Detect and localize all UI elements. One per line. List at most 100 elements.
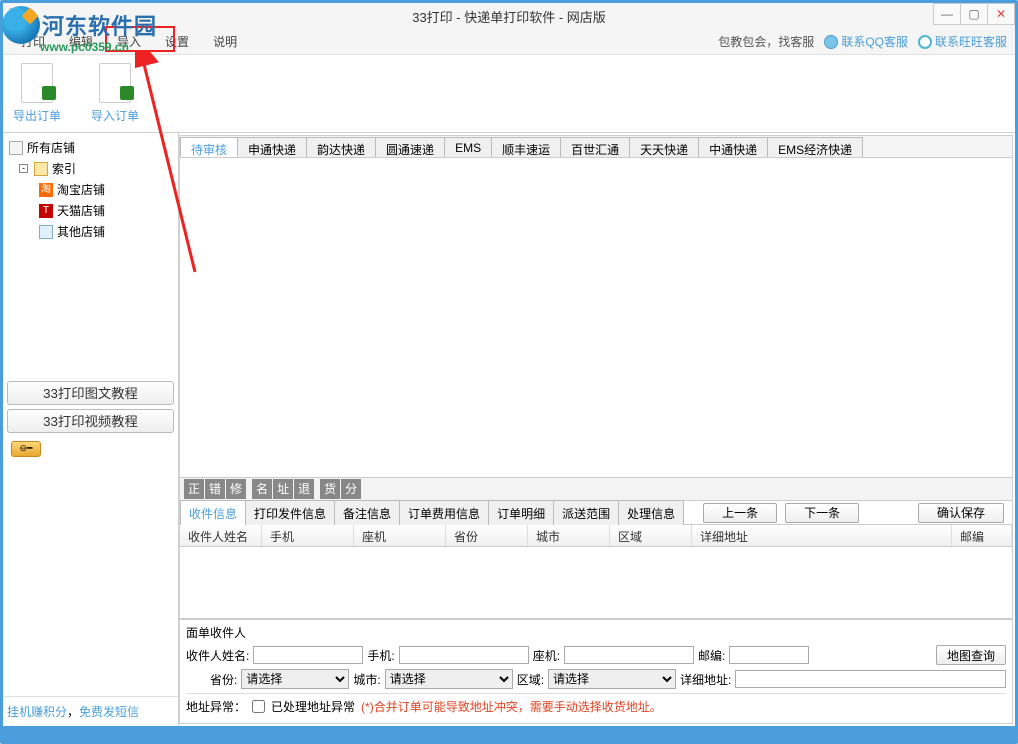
th-phone: 座机: [354, 525, 446, 546]
action-name[interactable]: 名: [252, 479, 272, 499]
contact-qq-button[interactable]: 联系QQ客服: [824, 33, 908, 50]
tree-root[interactable]: 所有店铺: [7, 137, 174, 158]
info-tab-remark[interactable]: 备注信息: [334, 500, 400, 526]
warn-cb-label: 已处理地址异常: [271, 698, 355, 715]
menu-help[interactable]: 说明: [201, 29, 249, 54]
menu-print[interactable]: 打印: [9, 29, 57, 54]
info-tabs: 收件信息 打印发件信息 备注信息 订单费用信息 订单明细 派送范围 处理信息 上…: [180, 501, 1012, 525]
points-link[interactable]: 挂机赚积分: [7, 705, 67, 719]
menu-edit[interactable]: 编辑: [57, 29, 105, 54]
app-icon: [9, 8, 25, 24]
addr-label: 详细地址:: [680, 671, 731, 688]
sidebar-footer: 挂机赚积分，免费发短信: [3, 696, 178, 726]
menu-import[interactable]: 导入: [105, 29, 153, 54]
export-orders-button[interactable]: 导出订单: [13, 63, 61, 124]
warn-checkbox[interactable]: [252, 700, 265, 713]
taobao-icon: 淘: [39, 183, 53, 197]
tab-yunda[interactable]: 韵达快递: [306, 137, 376, 157]
name-input[interactable]: [253, 646, 363, 664]
other-icon: [39, 225, 53, 239]
tab-zhongtong[interactable]: 中通快递: [698, 137, 768, 157]
info-tab-delivery[interactable]: 派送范围: [553, 500, 619, 526]
content-area: 待审核 申通快递 韵达快递 圆通速递 EMS 顺丰速运 百世汇通 天天快递 中通…: [179, 135, 1013, 724]
info-tab-sender[interactable]: 打印发件信息: [245, 500, 335, 526]
next-button[interactable]: 下一条: [785, 503, 859, 523]
minimize-button[interactable]: —: [933, 3, 961, 25]
import-orders-button[interactable]: 导入订单: [91, 63, 139, 124]
province-label: 省份:: [210, 671, 237, 688]
action-return[interactable]: 退: [294, 479, 314, 499]
warn-text: (*)合并订单可能导致地址冲突，需要手动选择收货地址。: [361, 698, 662, 715]
addr-input[interactable]: [735, 670, 1006, 688]
info-tab-recipient[interactable]: 收件信息: [180, 500, 246, 526]
tutorial-video-button[interactable]: 33打印视频教程: [7, 409, 174, 433]
city-label: 城市:: [353, 671, 380, 688]
save-button[interactable]: 确认保存: [918, 503, 1004, 523]
recipient-table-body[interactable]: [180, 547, 1012, 619]
action-edit[interactable]: 修: [226, 479, 246, 499]
area-select[interactable]: 请选择: [548, 669, 676, 689]
province-select[interactable]: 请选择: [241, 669, 349, 689]
tab-ems-eco[interactable]: EMS经济快递: [767, 137, 863, 157]
tab-shentong[interactable]: 申通快递: [237, 137, 307, 157]
statusbar: [3, 726, 1015, 741]
tab-yuantong[interactable]: 圆通速递: [375, 137, 445, 157]
collapse-icon[interactable]: -: [19, 164, 28, 173]
contact-ww-button[interactable]: 联系旺旺客服: [918, 33, 1007, 50]
info-tab-detail[interactable]: 订单明细: [488, 500, 554, 526]
maximize-button[interactable]: ▢: [960, 3, 988, 25]
tree-root-label: 所有店铺: [27, 139, 75, 156]
tree-index[interactable]: - 索引: [7, 158, 174, 179]
action-goods[interactable]: 货: [320, 479, 340, 499]
key-icon[interactable]: ⊖━: [11, 441, 41, 457]
tab-baishi[interactable]: 百世汇通: [560, 137, 630, 157]
tree-index-label: 索引: [52, 160, 76, 177]
info-tab-fee[interactable]: 订单费用信息: [399, 500, 489, 526]
th-area: 区域: [610, 525, 692, 546]
tab-ems[interactable]: EMS: [444, 137, 492, 157]
tab-pending[interactable]: 待审核: [180, 137, 238, 157]
mobile-label: 手机:: [367, 647, 394, 664]
tree-tmall-label: 天猫店铺: [57, 202, 105, 219]
folder-icon: [34, 162, 48, 176]
recipient-form: 面单收件人 收件人姓名: 手机: 座机: 邮编: 地图查询 省份: 请选择: [180, 619, 1012, 723]
menu-settings[interactable]: 设置: [153, 29, 201, 54]
action-wrong[interactable]: 错: [205, 479, 225, 499]
th-province: 省份: [446, 525, 528, 546]
prev-button[interactable]: 上一条: [703, 503, 777, 523]
sms-link[interactable]: 免费发短信: [79, 705, 139, 719]
close-button[interactable]: ✕: [987, 3, 1015, 25]
tab-sf[interactable]: 顺丰速运: [491, 137, 561, 157]
action-correct[interactable]: 正: [184, 479, 204, 499]
import-icon: [99, 63, 131, 103]
tab-tiantian[interactable]: 天天快递: [629, 137, 699, 157]
tree-other[interactable]: 其他店铺: [7, 221, 174, 242]
store-icon: [9, 141, 23, 155]
titlebar: 33打印 - 快递单打印软件 - 网店版 — ▢ ✕: [3, 3, 1015, 29]
map-query-button[interactable]: 地图查询: [936, 645, 1006, 665]
tutorial-text-button[interactable]: 33打印图文教程: [7, 381, 174, 405]
action-row: 正 错 修 名 址 退 货 分: [180, 477, 1012, 501]
menubar: 打印 编辑 导入 设置 说明 包教包会，找客服 联系QQ客服 联系旺旺客服: [3, 29, 1015, 55]
action-addr[interactable]: 址: [273, 479, 293, 499]
phone-input[interactable]: [564, 646, 694, 664]
tmall-icon: T: [39, 204, 53, 218]
city-select[interactable]: 请选择: [385, 669, 513, 689]
zip-input[interactable]: [729, 646, 809, 664]
th-city: 城市: [528, 525, 610, 546]
phone-label: 座机:: [533, 647, 560, 664]
tree-taobao[interactable]: 淘 淘宝店铺: [7, 179, 174, 200]
mobile-input[interactable]: [399, 646, 529, 664]
toolbar: 导出订单 导入订单: [3, 55, 1015, 133]
warn-label: 地址异常：: [186, 698, 246, 715]
tree-tmall[interactable]: T 天猫店铺: [7, 200, 174, 221]
tree-other-label: 其他店铺: [57, 223, 105, 240]
th-zip: 邮编: [952, 525, 1012, 546]
info-tab-process[interactable]: 处理信息: [618, 500, 684, 526]
action-split[interactable]: 分: [341, 479, 361, 499]
th-name: 收件人姓名: [180, 525, 262, 546]
area-label: 区域:: [517, 671, 544, 688]
order-list-panel: [180, 158, 1012, 477]
qq-icon: [824, 35, 838, 49]
zip-label: 邮编:: [698, 647, 725, 664]
